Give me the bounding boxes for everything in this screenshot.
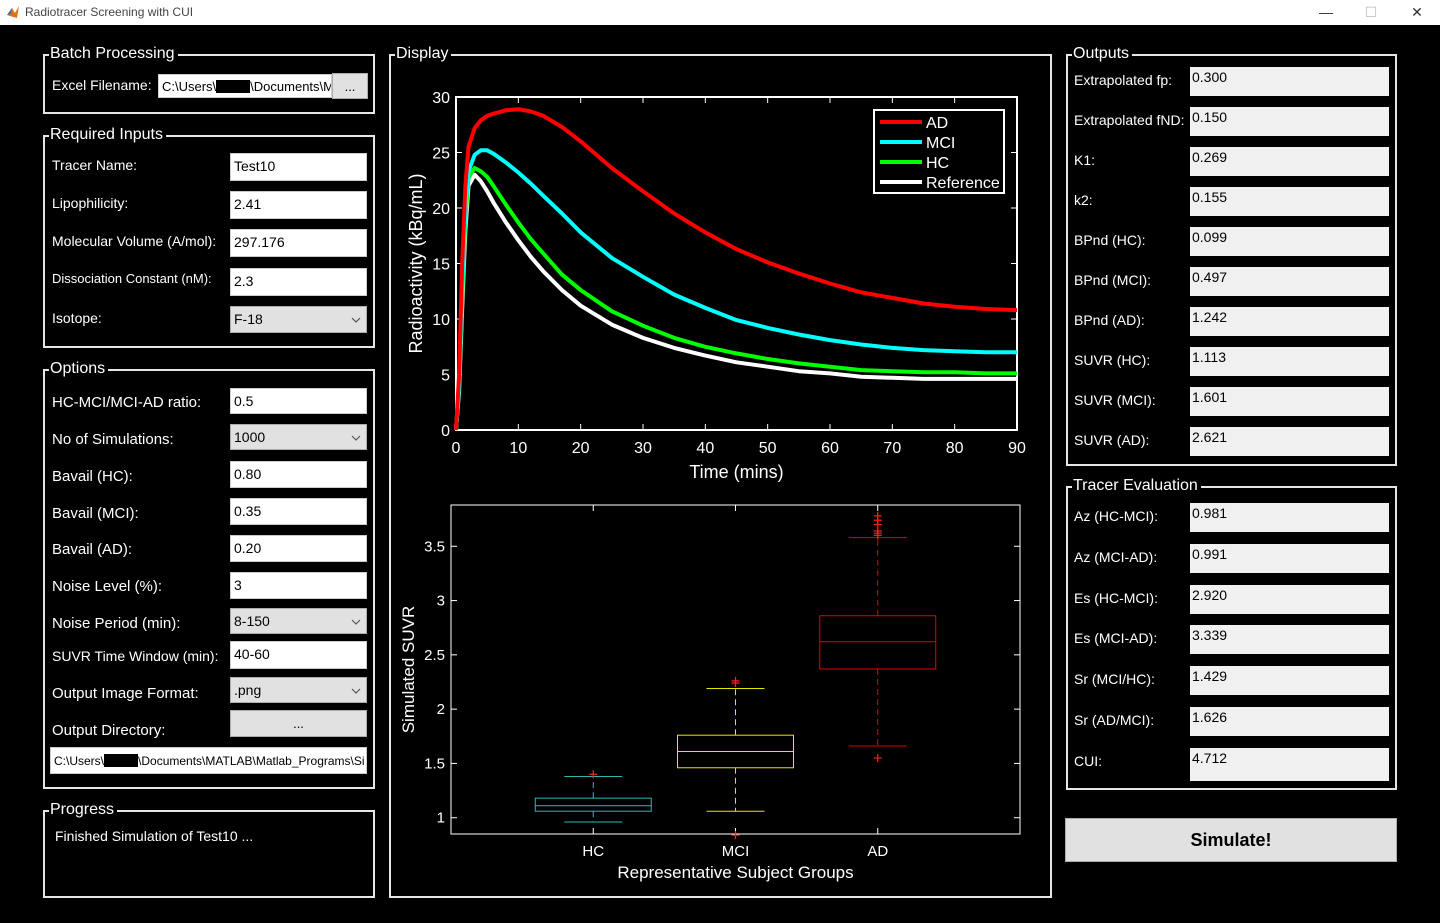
output-label: BPnd (AD): (1074, 312, 1145, 328)
y-tick-label: 5 (441, 368, 450, 385)
eval-label: Es (HC-MCI): (1074, 589, 1158, 606)
output-value: 0.497 (1190, 267, 1389, 296)
eval-label: CUI: (1074, 752, 1102, 769)
output-value: 0.300 (1190, 67, 1389, 96)
eval-value: 4.712 (1190, 747, 1389, 781)
output-label: k2: (1074, 192, 1093, 208)
x-tick-label: 40 (696, 440, 714, 457)
y-axis-label: Radioactivity (kBq/mL) (406, 173, 426, 353)
x-tick-label: AD (867, 843, 888, 860)
x-tick-label: 90 (1008, 440, 1026, 457)
y-tick-label: 10 (432, 312, 450, 329)
x-axis-label: Time (mins) (689, 462, 783, 482)
y-tick-label: 25 (432, 146, 450, 163)
output-value: 1.242 (1190, 307, 1389, 336)
output-value: 0.150 (1190, 107, 1389, 136)
eval-value: 2.920 (1190, 584, 1389, 614)
y-tick-label: 1 (437, 810, 445, 827)
output-label: BPnd (MCI): (1074, 272, 1152, 288)
output-label: SUVR (MCI): (1074, 392, 1156, 408)
output-value: 0.269 (1190, 147, 1389, 176)
y-axis-label: Simulated SUVR (399, 606, 418, 734)
x-axis-label: Representative Subject Groups (617, 863, 853, 882)
legend-label-ad: AD (926, 115, 948, 132)
eval-value: 0.991 (1190, 543, 1389, 573)
x-tick-label: 10 (509, 440, 527, 457)
y-tick-label: 0 (441, 423, 450, 440)
legend-label-reference: Reference (926, 175, 1000, 192)
x-tick-label: 80 (946, 440, 964, 457)
output-value: 0.099 (1190, 227, 1389, 256)
legend-label-hc: HC (926, 155, 949, 172)
x-tick-label: 0 (452, 440, 461, 457)
eval-label: Az (HC-MCI): (1074, 508, 1158, 524)
tracer-evaluation-title: Tracer Evaluation (1072, 477, 1201, 495)
x-tick-label: 70 (883, 440, 901, 457)
y-tick-label: 15 (432, 257, 450, 274)
x-tick-label: HC (582, 843, 604, 860)
eval-value: 0.981 (1190, 503, 1389, 532)
eval-value: 1.626 (1190, 707, 1389, 736)
x-tick-label: MCI (722, 843, 750, 860)
plot-area (450, 504, 1021, 835)
y-tick-label: 2 (437, 701, 445, 718)
x-tick-label: 20 (572, 440, 590, 457)
y-tick-label: 1.5 (424, 755, 445, 772)
x-tick-label: 30 (634, 440, 652, 457)
output-value: 1.601 (1190, 387, 1389, 416)
output-label: SUVR (AD): (1074, 432, 1150, 448)
output-value: 0.155 (1190, 187, 1389, 216)
output-label: BPnd (HC): (1074, 232, 1146, 248)
eval-label: Sr (AD/MCI): (1074, 712, 1155, 728)
output-value: 1.113 (1190, 347, 1389, 376)
legend-label-mci: MCI (926, 135, 955, 152)
eval-value: 1.429 (1190, 666, 1389, 696)
x-tick-label: 50 (759, 440, 777, 457)
simulate-button[interactable]: Simulate! (1065, 818, 1397, 862)
output-label: SUVR (HC): (1074, 352, 1151, 368)
x-tick-label: 60 (821, 440, 839, 457)
output-label: Extrapolated fND: (1074, 112, 1185, 128)
time-activity-curve-chart: 0 10 20 30 40 50 60 70 80 90 0 5 10 15 20 25 30 Time (min… (406, 90, 1026, 482)
eval-label: Sr (MCI/HC): (1074, 671, 1155, 688)
output-value: 2.621 (1190, 427, 1389, 456)
y-tick-label: 2.5 (424, 647, 445, 664)
eval-label: Es (MCI-AD): (1074, 630, 1158, 647)
y-tick-label: 3.5 (424, 538, 445, 555)
eval-label: Az (MCI-AD): (1074, 548, 1158, 565)
y-tick-label: 30 (432, 90, 450, 107)
outputs-title: Outputs (1072, 45, 1133, 63)
output-label: Extrapolated fp: (1074, 72, 1173, 88)
output-label: K1: (1074, 152, 1096, 168)
y-tick-label: 3 (437, 593, 445, 610)
eval-value: 3.339 (1190, 625, 1389, 655)
suvr-boxplot-chart: 1 1.5 2 2.5 3 3.5 HC MCI AD Representative Subjec… (399, 504, 1021, 882)
y-tick-label: 20 (432, 201, 450, 218)
